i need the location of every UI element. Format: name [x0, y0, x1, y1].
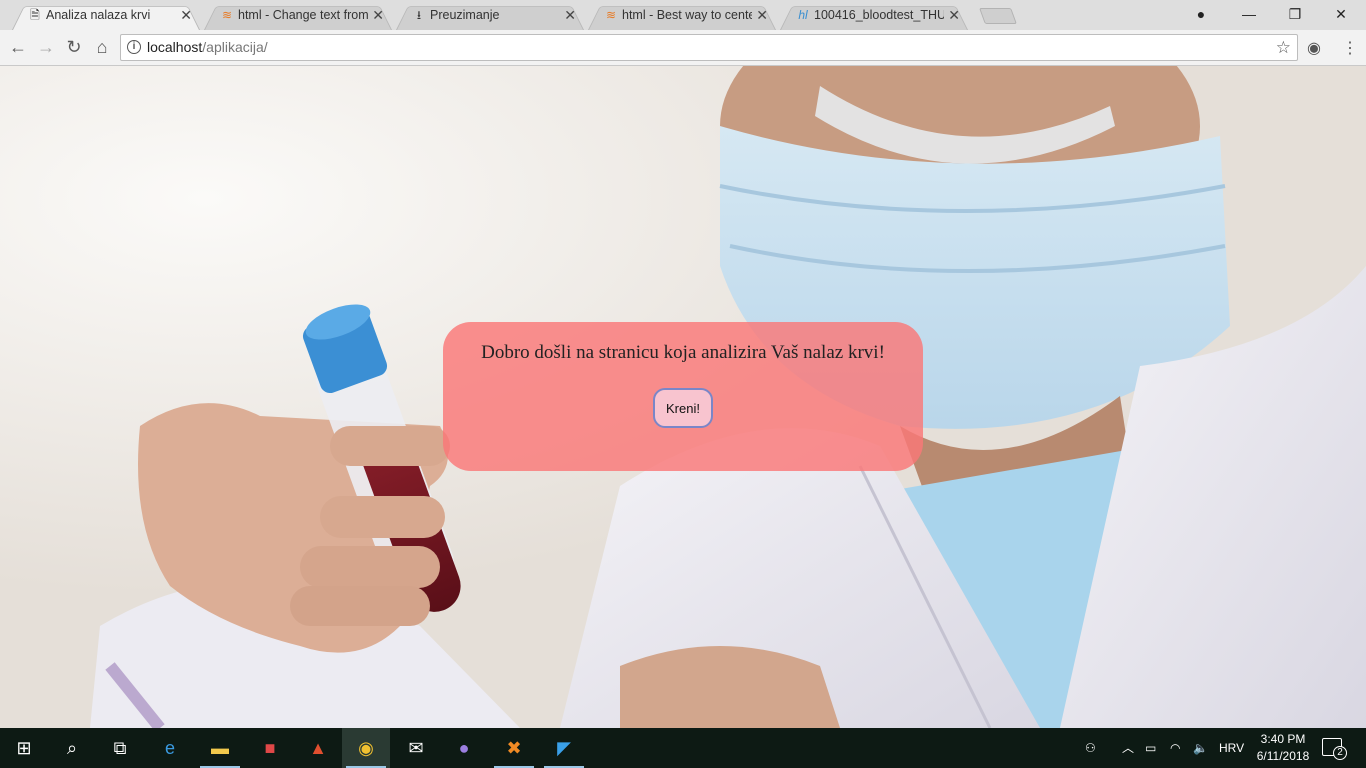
url-host: localhost [147, 39, 203, 55]
tab-title: html - Change text from [238, 8, 368, 22]
tab-strip: 🗎 Analiza nalaza krvi ✕ ≋ html - Change … [0, 0, 1366, 30]
forward-icon[interactable]: → [34, 36, 58, 60]
edge-icon[interactable]: e [146, 728, 194, 768]
vscode-icon[interactable]: ◤ [540, 728, 588, 768]
close-icon[interactable]: ✕ [372, 2, 384, 28]
tab-center[interactable]: ≋ html - Best way to center ✕ [584, 2, 780, 30]
battery-icon[interactable]: ▭ [1145, 728, 1156, 768]
clock-time: 3:40 PM [1260, 732, 1306, 746]
tab-change-text[interactable]: ≋ html - Change text from ✕ [200, 2, 396, 30]
welcome-box: Dobro došli na stranicu koja analizira V… [443, 322, 923, 471]
close-icon[interactable]: ✕ [948, 2, 960, 28]
acrobat-icon[interactable]: ▲ [294, 728, 342, 768]
chrome-icon[interactable]: ◉ [342, 728, 390, 768]
file-explorer-icon[interactable]: ▬ [196, 728, 244, 768]
close-icon[interactable]: ✕ [756, 2, 768, 28]
browser-toolbar: ← → ↻ ⌂ i localhost/aplikacija/ ☆ ◉ ⋮ [0, 30, 1366, 66]
reader-app-icon[interactable]: ■ [246, 728, 294, 768]
tab-bloodtest[interactable]: hl 100416_bloodtest_THUM ✕ [776, 2, 972, 30]
url-path: /aplikacija/ [202, 39, 268, 55]
reload-icon[interactable]: ↻ [62, 36, 86, 60]
restore-button[interactable]: ❐ [1272, 0, 1318, 30]
back-icon[interactable]: ← [6, 36, 30, 60]
incognito-icon[interactable]: ◉ [1307, 38, 1321, 58]
cat-app-icon[interactable]: ● [440, 728, 488, 768]
wifi-icon[interactable]: ◠ [1170, 728, 1180, 768]
minimize-button[interactable]: — [1226, 0, 1272, 30]
page-viewport: Dobro došli na stranicu koja analizira V… [0, 66, 1366, 728]
welcome-heading: Dobro došli na stranicu koja analizira V… [481, 342, 885, 363]
tab-title: html - Best way to center [622, 8, 752, 22]
windows-start-icon[interactable]: ⊞ [0, 728, 48, 768]
close-icon[interactable]: ✕ [564, 2, 576, 28]
tab-title: Preuzimanje [430, 8, 500, 22]
profile-icon[interactable]: ● [1178, 0, 1224, 30]
menu-icon[interactable]: ⋮ [1342, 38, 1358, 58]
xampp-icon[interactable]: ✖ [490, 728, 538, 768]
tab-preuzimanje[interactable]: ⭳ Preuzimanje ✕ [392, 2, 588, 30]
close-window-button[interactable]: ✕ [1318, 0, 1364, 30]
address-bar[interactable]: i localhost/aplikacija/ ☆ [120, 34, 1298, 61]
healthline-icon: hl [798, 8, 808, 22]
search-icon[interactable]: ⌕ [48, 728, 96, 768]
stackoverflow-icon: ≋ [221, 8, 233, 22]
close-icon[interactable]: ✕ [180, 2, 192, 28]
new-tab-button[interactable] [979, 8, 1017, 24]
volume-icon[interactable]: 🔈 [1193, 728, 1208, 768]
bookmark-star-icon[interactable]: ☆ [1276, 35, 1291, 60]
stackoverflow-icon: ≋ [605, 8, 617, 22]
page-icon: 🗎 [30, 8, 40, 22]
mail-icon[interactable]: ✉ [392, 728, 440, 768]
clock[interactable]: 3:40 PM 6/11/2018 [1248, 731, 1318, 765]
tab-title: Analiza nalaza krvi [46, 8, 151, 22]
tab-analiza[interactable]: 🗎 Analiza nalaza krvi ✕ [8, 2, 204, 30]
notification-count-badge: 2 [1333, 746, 1347, 760]
show-hidden-icons-chevron[interactable]: ︿ [1122, 728, 1134, 768]
task-view-icon[interactable]: ⧉ [96, 728, 144, 768]
people-icon[interactable]: ⚇ [1085, 728, 1096, 768]
windows-taskbar: ⊞ ⌕ ⧉ e ▬ ■ ▲ ◉ ✉ ● ✖ ◤ ⚇ ︿ ▭ ◠ 🔈 HRV 3:… [0, 728, 1366, 768]
home-icon[interactable]: ⌂ [90, 36, 114, 60]
language-indicator[interactable]: HRV [1219, 728, 1244, 768]
tab-title: 100416_bloodtest_THUM [814, 8, 944, 22]
kreni-button[interactable]: Kreni! [653, 388, 713, 428]
download-icon: ⭳ [416, 8, 422, 22]
info-icon[interactable]: i [127, 40, 141, 54]
clock-date: 6/11/2018 [1256, 749, 1310, 763]
